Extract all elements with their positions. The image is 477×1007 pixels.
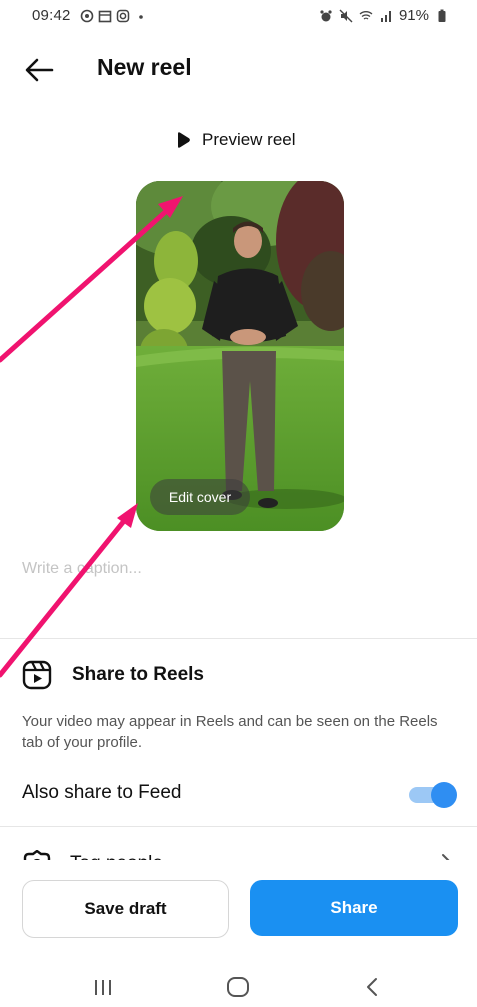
battery-level: 91% [398,7,429,24]
home-icon [227,977,249,997]
annotation-arrow-edit-cover [0,513,131,678]
divider [0,638,477,639]
calendar-icon [98,10,112,23]
instagram-icon [116,9,130,23]
preview-reel-label: Preview reel [202,130,296,149]
system-back-button[interactable] [352,972,392,1002]
recent-apps-button[interactable] [83,972,123,1002]
system-navigation-bar [0,960,477,1007]
share-to-reels-description: Your video may appear in Reels and can b… [22,713,438,751]
status-system-icons: 91% [319,7,449,24]
toggle-knob [431,782,457,808]
alarm-icon [320,9,332,21]
caption-input[interactable] [22,555,452,583]
signal-icon [380,10,391,22]
bottom-action-bar: Save draft Share [0,860,477,960]
preview-reel-button[interactable]: Preview reel [174,130,296,150]
play-icon [178,132,190,148]
chevron-left-icon [367,978,377,996]
status-bar: 09:42 91% [0,0,477,34]
battery-icon [438,9,446,22]
share-to-reels-header: Share to Reels [22,660,204,690]
edit-cover-button[interactable]: Edit cover [150,479,250,515]
share-to-feed-row: Also share to Feed [22,778,457,810]
back-button[interactable] [20,50,60,90]
arrow-left-icon [25,58,54,82]
home-button[interactable] [218,972,258,1002]
status-time: 09:42 [32,7,71,24]
divider [0,826,477,827]
status-notification-icons [80,9,148,23]
share-button[interactable]: Share [250,880,458,936]
annotation-arrowhead [117,503,138,528]
reel-cover-thumbnail[interactable]: Edit cover [136,181,344,531]
mute-icon [339,9,353,22]
share-to-feed-toggle[interactable] [407,780,457,808]
share-to-feed-label: Also share to Feed [22,782,182,803]
reels-icon [22,660,52,690]
header: New reel [0,40,477,96]
recent-apps-icon [95,980,111,995]
save-draft-button[interactable]: Save draft [22,880,229,938]
sync-icon [80,9,94,23]
share-to-reels-title: Share to Reels [72,664,204,685]
dot-icon [139,15,143,19]
wifi-icon [359,10,373,20]
page-title: New reel [97,54,192,80]
